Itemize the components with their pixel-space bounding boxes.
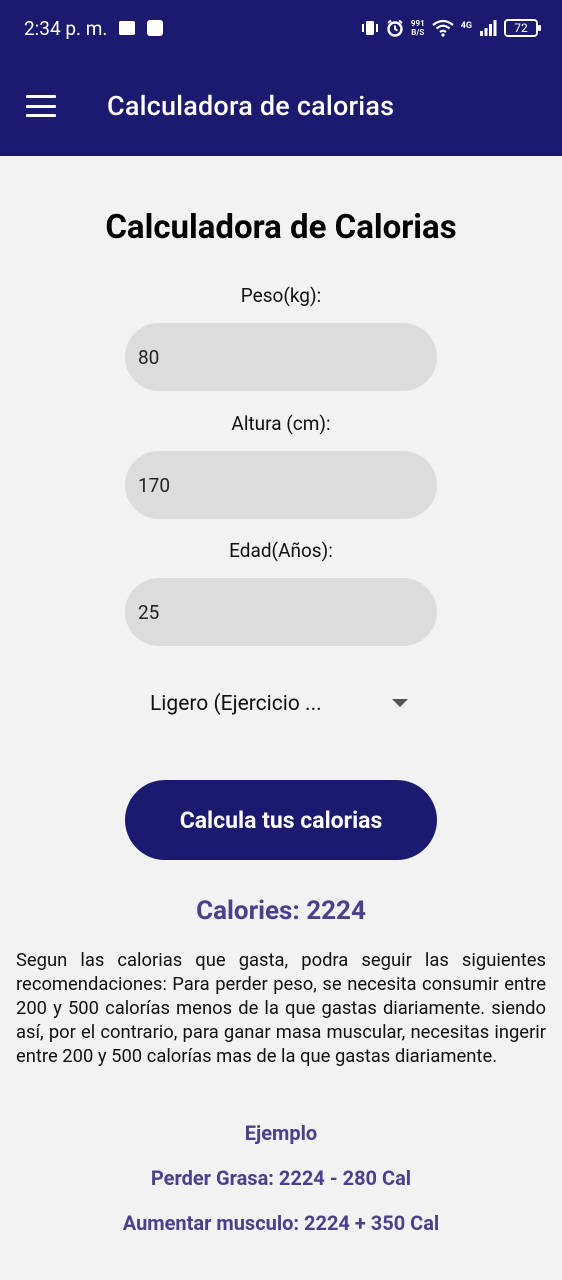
alarm-icon	[387, 19, 403, 37]
gain-muscle-example: Aumentar musculo: 2224 + 350 Cal	[122, 1211, 440, 1235]
net-speed-unit: B/S	[411, 28, 425, 37]
app-bar: 2:34 p. m. 991 B/S 4G 72 Calculadora de c…	[0, 0, 562, 156]
network-type: 4G	[460, 21, 472, 31]
net-speed: 991 B/S	[411, 19, 425, 37]
notification-app-icon	[147, 20, 164, 36]
hamburger-menu-icon[interactable]	[26, 95, 56, 117]
app-title: Calculadora de calorias	[107, 90, 395, 122]
net-speed-value: 991	[410, 19, 425, 28]
height-input[interactable]	[125, 451, 437, 519]
weight-label: Peso(kg):	[240, 284, 322, 307]
battery-icon: 72	[504, 19, 541, 37]
status-time: 2:34 p. m.	[24, 16, 108, 40]
calculate-button[interactable]: Calcula tus calorias	[125, 780, 437, 860]
dropdown-arrow-icon	[392, 699, 408, 707]
vibrate-icon	[361, 21, 378, 35]
age-label: Edad(Años):	[229, 539, 333, 562]
wifi-icon	[432, 19, 454, 37]
lose-fat-example: Perder Grasa: 2224 - 280 Cal	[150, 1166, 412, 1190]
recommendation-text: Segun las calorias que gasta, podra segu…	[16, 950, 546, 1067]
battery-level: 72	[514, 21, 528, 35]
toolbar: Calculadora de calorias	[0, 56, 562, 156]
height-label: Altura (cm):	[231, 412, 331, 435]
age-input[interactable]	[125, 578, 437, 646]
example-title: Ejemplo	[244, 1121, 318, 1145]
status-bar: 2:34 p. m. 991 B/S 4G 72	[0, 0, 562, 56]
page-title: Calculadora de Calorias	[105, 208, 457, 247]
weight-input[interactable]	[125, 323, 437, 391]
calories-result: Calories: 2224	[196, 896, 366, 926]
activity-level-dropdown[interactable]: Ligero (Ejercicio ...	[125, 676, 437, 732]
notification-icon	[119, 21, 136, 35]
activity-level-value: Ligero (Ejercicio ...	[150, 692, 322, 716]
signal-icon	[480, 20, 497, 36]
